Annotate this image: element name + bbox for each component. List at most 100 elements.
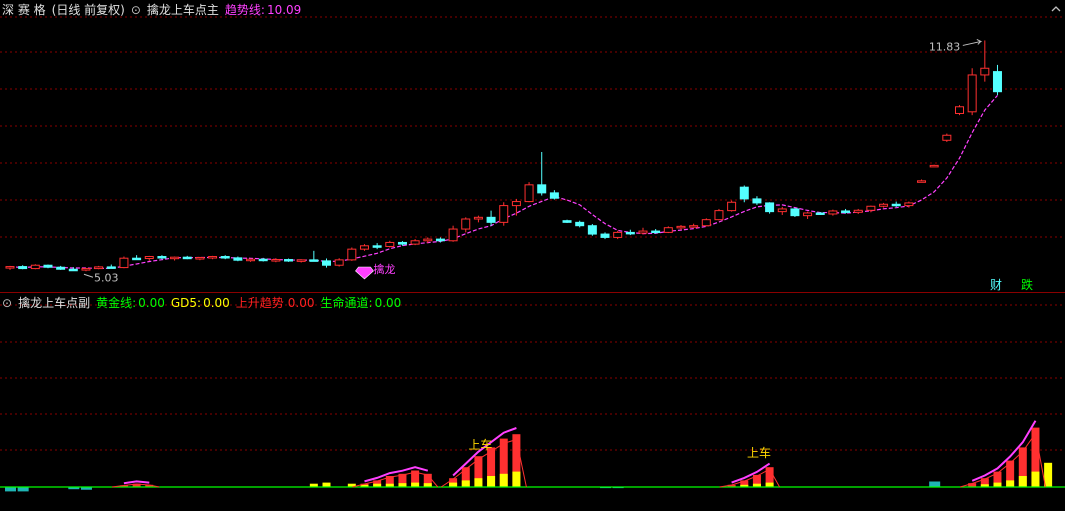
candle-body xyxy=(271,259,281,262)
board-signal-label: 上车 xyxy=(747,445,771,460)
gd5-bar xyxy=(474,478,483,487)
gd5-bar xyxy=(512,471,521,487)
dragon-gem-icon xyxy=(355,266,374,280)
candle-body xyxy=(942,134,952,141)
gd5-bar xyxy=(1031,471,1040,487)
candle-body xyxy=(448,228,458,242)
candle-body xyxy=(727,201,737,212)
candle-body xyxy=(423,238,433,242)
candle-body xyxy=(385,241,395,247)
candle-body xyxy=(853,209,863,213)
candle-body xyxy=(879,203,889,207)
candle-body xyxy=(246,258,256,262)
candle-body xyxy=(170,256,180,260)
candle-body xyxy=(322,260,331,266)
candle-body xyxy=(980,67,990,76)
circle-arrow-icon[interactable]: ⊙ xyxy=(2,296,12,310)
candle-body xyxy=(372,245,382,248)
rising-trend-label: 上升趋势 xyxy=(235,296,284,310)
candle-body xyxy=(929,164,939,168)
candle-body xyxy=(701,219,711,227)
candle-body xyxy=(752,198,762,204)
life-channel-bar xyxy=(929,481,941,487)
low-price-arrow xyxy=(83,273,94,278)
candle-body xyxy=(967,74,977,113)
finance-badge[interactable]: 财 xyxy=(988,278,1004,293)
candle-body xyxy=(904,202,914,207)
trend-label: 趋势线: xyxy=(224,3,265,17)
candle-body xyxy=(537,184,547,194)
candle-body xyxy=(739,186,749,200)
main-indicator-name[interactable]: 擒龙上车点主 xyxy=(147,3,219,17)
chart-markers: 11.835.03擒龙上车上车 xyxy=(83,38,983,460)
gd5-label: GD5: xyxy=(170,296,202,310)
candle-body xyxy=(511,201,521,207)
candle-body xyxy=(992,71,1002,93)
stock-name[interactable]: 深 赛 格 xyxy=(2,3,46,17)
candle-body xyxy=(486,216,496,223)
gd5-bar xyxy=(1044,462,1053,487)
candle-body xyxy=(106,266,116,269)
candle-body xyxy=(182,256,192,260)
candle-body xyxy=(18,266,28,270)
candle-body xyxy=(663,227,673,233)
candle-body xyxy=(765,202,775,213)
candle-body xyxy=(309,259,319,262)
candle-body xyxy=(676,225,686,229)
candle-body xyxy=(866,205,876,211)
candle-body xyxy=(777,208,787,213)
gd5-bar xyxy=(322,482,331,487)
candle-body xyxy=(284,259,294,262)
candle-body xyxy=(841,210,851,213)
limit-down-badge[interactable]: 跌 xyxy=(1019,278,1035,293)
chart-stage[interactable]: 11.835.03擒龙上车上车 xyxy=(0,0,1065,511)
candle-body xyxy=(815,212,825,215)
candle-body xyxy=(651,230,661,234)
life-channel-bar xyxy=(5,487,16,492)
candle-body xyxy=(359,245,369,250)
candle-body xyxy=(625,231,635,235)
candle-body xyxy=(410,240,420,245)
candle-body xyxy=(119,257,129,269)
gd5-bar xyxy=(499,473,508,487)
collapse-icon[interactable] xyxy=(1051,4,1061,14)
candle-body xyxy=(473,216,483,220)
trend-line xyxy=(9,95,998,269)
candle-body xyxy=(195,257,205,260)
candle-body xyxy=(828,210,838,215)
gd5-bar xyxy=(411,482,420,487)
candle-body xyxy=(397,241,407,245)
gd5-bar xyxy=(1018,476,1027,487)
candle-body xyxy=(955,106,964,114)
candle-body xyxy=(499,205,509,223)
circle-arrow-icon[interactable]: ⊙ xyxy=(131,3,141,17)
candle-body xyxy=(549,192,559,199)
candle-body xyxy=(258,258,268,262)
candle-body xyxy=(347,248,357,261)
candle-body xyxy=(689,225,699,228)
sub-indicator-bars xyxy=(5,427,1053,492)
candle-body xyxy=(638,230,648,234)
period-label[interactable]: (日线 前复权) xyxy=(52,3,125,17)
candle-body xyxy=(790,208,800,217)
candle-body xyxy=(562,220,572,223)
gd5-bar xyxy=(461,480,470,487)
candle-body xyxy=(891,203,901,207)
rising-trend-value: 0.00 xyxy=(287,296,315,310)
gold-line-value: 0.00 xyxy=(138,296,165,310)
candle-body xyxy=(208,256,218,259)
dragon-signal-label: 擒龙 xyxy=(373,262,395,276)
candle-body xyxy=(43,264,53,268)
grid-lines xyxy=(0,16,1065,451)
rising-envelope xyxy=(123,480,150,485)
sub-indicator-name[interactable]: 擒龙上车点副 xyxy=(18,296,90,310)
board-signal-label: 上车 xyxy=(468,437,492,452)
candle-body xyxy=(461,218,471,230)
gd5-bar xyxy=(487,476,496,487)
candle-body xyxy=(5,266,15,269)
gd5-bar xyxy=(1006,480,1015,487)
main-panel-header: 深 赛 格 (日线 前复权) ⊙ 擒龙上车点主 趋势线: 10.09 xyxy=(2,1,307,19)
candle-body xyxy=(575,221,585,227)
sub-panel-header: ⊙ 擒龙上车点副 黄金线: 0.00 GD5: 0.00 上升趋势 0.00 生命通道: 0.00 xyxy=(2,294,407,312)
candle-body xyxy=(334,259,344,266)
